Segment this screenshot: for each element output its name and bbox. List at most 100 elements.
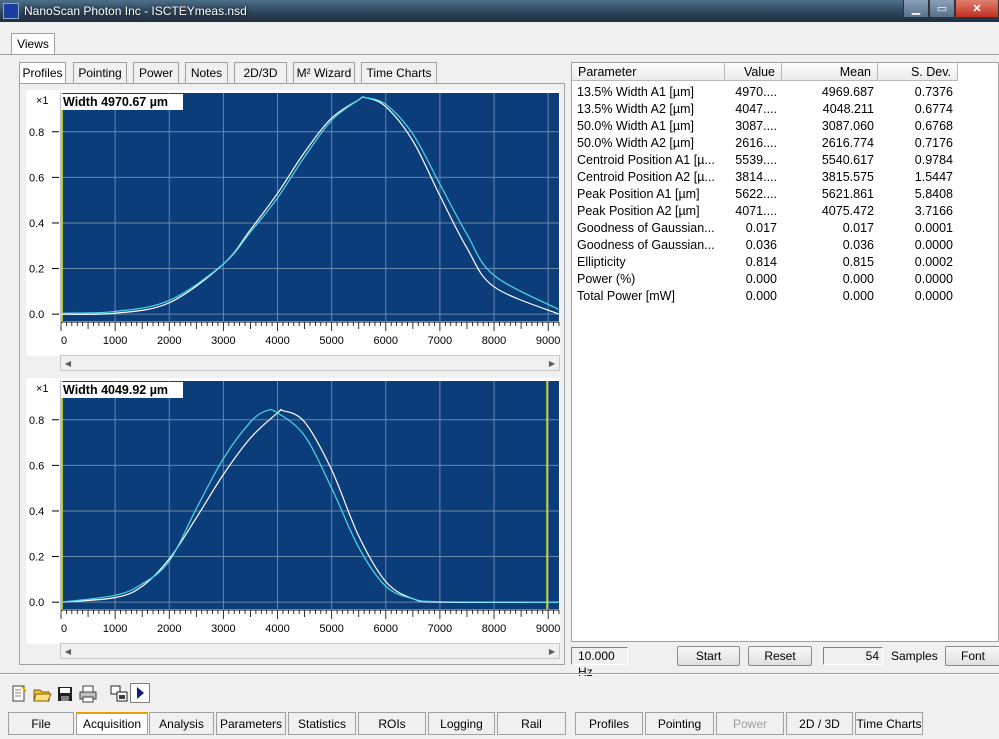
tab-views[interactable]: Views xyxy=(11,33,55,55)
param-name: Power (%) xyxy=(577,272,636,286)
x-tick-label: 2000 xyxy=(157,623,181,635)
maximize-button[interactable]: ▭ xyxy=(929,0,955,18)
y-tick-label: 0.2 xyxy=(29,552,44,564)
close-button[interactable]: ✕ xyxy=(955,0,999,18)
column-header-parameter[interactable]: Parameter xyxy=(572,63,725,81)
profile-a1-scrollbar[interactable]: ◀ ▶ xyxy=(60,355,560,371)
param-value: 4071.... xyxy=(735,204,777,218)
param-value: 0.017 xyxy=(745,221,777,235)
param-name: Ellipticity xyxy=(577,255,626,269)
table-row[interactable]: Power (%) 0.000 0.000 0.0000 xyxy=(572,271,998,288)
table-row[interactable]: Peak Position A2 [µm] 4071.... 4075.472 3.7… xyxy=(572,203,998,220)
font-button[interactable]: Font xyxy=(945,646,999,666)
param-sdev: 0.6774 xyxy=(914,102,953,116)
scale-label: ×1 xyxy=(36,383,49,395)
param-name: 50.0% Width A1 [µm] xyxy=(577,119,694,133)
table-row[interactable]: Total Power [mW] 0.000 0.000 0.0000 xyxy=(572,288,998,305)
y-tick-label: 0.8 xyxy=(29,415,44,427)
table-row[interactable]: Goodness of Gaussian... 0.017 0.017 0.0001 xyxy=(572,220,998,237)
y-tick-label: 0.4 xyxy=(29,506,44,518)
open-folder-icon[interactable] xyxy=(31,683,52,703)
new-file-icon[interactable] xyxy=(8,683,28,703)
param-sdev: 0.7176 xyxy=(914,136,953,150)
table-row[interactable]: 50.0% Width A1 [µm] 3087.... 3087.060 0.676… xyxy=(572,118,998,135)
save-icon[interactable] xyxy=(54,683,74,703)
scroll-left-icon[interactable]: ◀ xyxy=(61,644,75,658)
tab-acquisition[interactable]: Acquisition xyxy=(76,712,148,735)
chart-width-label: Width 4970.67 µm xyxy=(63,95,168,109)
profile-a2-scrollbar[interactable]: ◀ ▶ xyxy=(60,643,560,659)
x-tick-label: 5000 xyxy=(319,623,343,635)
scale-label: ×1 xyxy=(36,95,49,107)
plot-area xyxy=(61,93,559,321)
param-value: 0.814 xyxy=(745,255,777,269)
reset-button[interactable]: Reset xyxy=(748,646,812,666)
table-row[interactable]: 50.0% Width A2 [µm] 2616.... 2616.774 0.717… xyxy=(572,135,998,152)
profile-chart-a2-svg: 0.0 0.2 0.4 0.6 0.8 0 1000 2000 3000 4000 5000 6000… xyxy=(29,381,560,635)
x-tick-label: 4000 xyxy=(265,623,289,635)
tab-analysis[interactable]: Analysis xyxy=(149,712,214,735)
tab-logging[interactable]: Logging xyxy=(428,712,495,735)
x-tick-label: 5000 xyxy=(319,335,343,347)
views-divider xyxy=(0,54,999,55)
chart-width-label: Width 4049.92 µm xyxy=(63,383,168,397)
x-tick-label: 8000 xyxy=(482,335,506,347)
tab-rois[interactable]: ROIs xyxy=(358,712,426,735)
param-sdev: 0.0000 xyxy=(914,272,953,286)
tab-file[interactable]: File xyxy=(8,712,74,735)
column-header-mean[interactable]: Mean xyxy=(782,63,878,81)
column-header-sdev[interactable]: S. Dev. xyxy=(878,63,958,81)
window-controls: ▁ ▭ ✕ xyxy=(903,0,999,18)
scroll-right-icon[interactable]: ▶ xyxy=(545,356,559,370)
tab-rail[interactable]: Rail xyxy=(497,712,566,735)
y-tick-label: 0.0 xyxy=(29,597,44,609)
window-layout-icon[interactable] xyxy=(108,683,128,703)
column-header-value[interactable]: Value xyxy=(725,63,782,81)
y-tick-label: 0.6 xyxy=(29,460,44,472)
tab-m2-wizard[interactable]: M² Wizard xyxy=(293,62,355,84)
scroll-right-icon[interactable]: ▶ xyxy=(545,644,559,658)
table-row[interactable]: Ellipticity 0.814 0.815 0.0002 xyxy=(572,254,998,271)
tab-2d3d[interactable]: 2D/3D xyxy=(234,62,287,84)
param-mean: 3087.060 xyxy=(821,119,874,133)
start-button[interactable]: Start xyxy=(677,646,740,666)
param-mean: 5540.617 xyxy=(821,153,874,167)
param-value: 2616.... xyxy=(735,136,777,150)
view-button-time-charts[interactable]: Time Charts xyxy=(855,712,923,735)
param-sdev: 3.7166 xyxy=(914,204,953,218)
table-row[interactable]: Centroid Position A1 [µ... 5539.... 5540.6… xyxy=(572,152,998,169)
window-title: NanoScan Photon Inc - ISCTEYmeas.nsd xyxy=(24,4,247,18)
y-tick-label: 0.4 xyxy=(29,218,44,230)
view-button-pointing[interactable]: Pointing xyxy=(645,712,714,735)
param-mean: 4075.472 xyxy=(821,204,874,218)
param-name: 13.5% Width A2 [µm] xyxy=(577,102,694,116)
tab-power[interactable]: Power xyxy=(133,62,179,84)
print-icon[interactable] xyxy=(77,683,97,703)
param-name: Centroid Position A2 [µ... xyxy=(577,170,715,184)
table-row[interactable]: 13.5% Width A1 [µm] 4970.... 4969.687 0.737… xyxy=(572,84,998,101)
param-sdev: 0.0001 xyxy=(914,221,953,235)
view-button-profiles[interactable]: Profiles xyxy=(575,712,643,735)
param-name: Total Power [mW] xyxy=(577,289,675,303)
tab-notes[interactable]: Notes xyxy=(185,62,228,84)
param-name: Centroid Position A1 [µ... xyxy=(577,153,715,167)
play-icon[interactable] xyxy=(130,683,150,703)
view-button-2d3d[interactable]: 2D / 3D xyxy=(786,712,853,735)
tab-parameters[interactable]: Parameters xyxy=(216,712,286,735)
y-tick-label: 0.2 xyxy=(29,264,44,276)
table-row[interactable]: Peak Position A1 [µm] 5622.... 5621.861 5.8… xyxy=(572,186,998,203)
tab-profiles[interactable]: Profiles xyxy=(19,62,66,84)
tab-statistics[interactable]: Statistics xyxy=(288,712,356,735)
x-tick-label: 9000 xyxy=(536,335,560,347)
table-row[interactable]: Goodness of Gaussian... 0.036 0.036 0.0000 xyxy=(572,237,998,254)
toolbar-separator xyxy=(0,673,999,675)
x-tick-label: 1000 xyxy=(103,623,127,635)
x-tick-label: 3000 xyxy=(211,623,235,635)
tab-pointing[interactable]: Pointing xyxy=(73,62,127,84)
scroll-left-icon[interactable]: ◀ xyxy=(61,356,75,370)
view-button-power[interactable]: Power xyxy=(716,712,784,735)
tab-time-charts[interactable]: Time Charts xyxy=(361,62,437,84)
minimize-button[interactable]: ▁ xyxy=(903,0,929,18)
table-row[interactable]: Centroid Position A2 [µ... 3814.... 3815.5… xyxy=(572,169,998,186)
table-row[interactable]: 13.5% Width A2 [µm] 4047.... 4048.211 0.677… xyxy=(572,101,998,118)
